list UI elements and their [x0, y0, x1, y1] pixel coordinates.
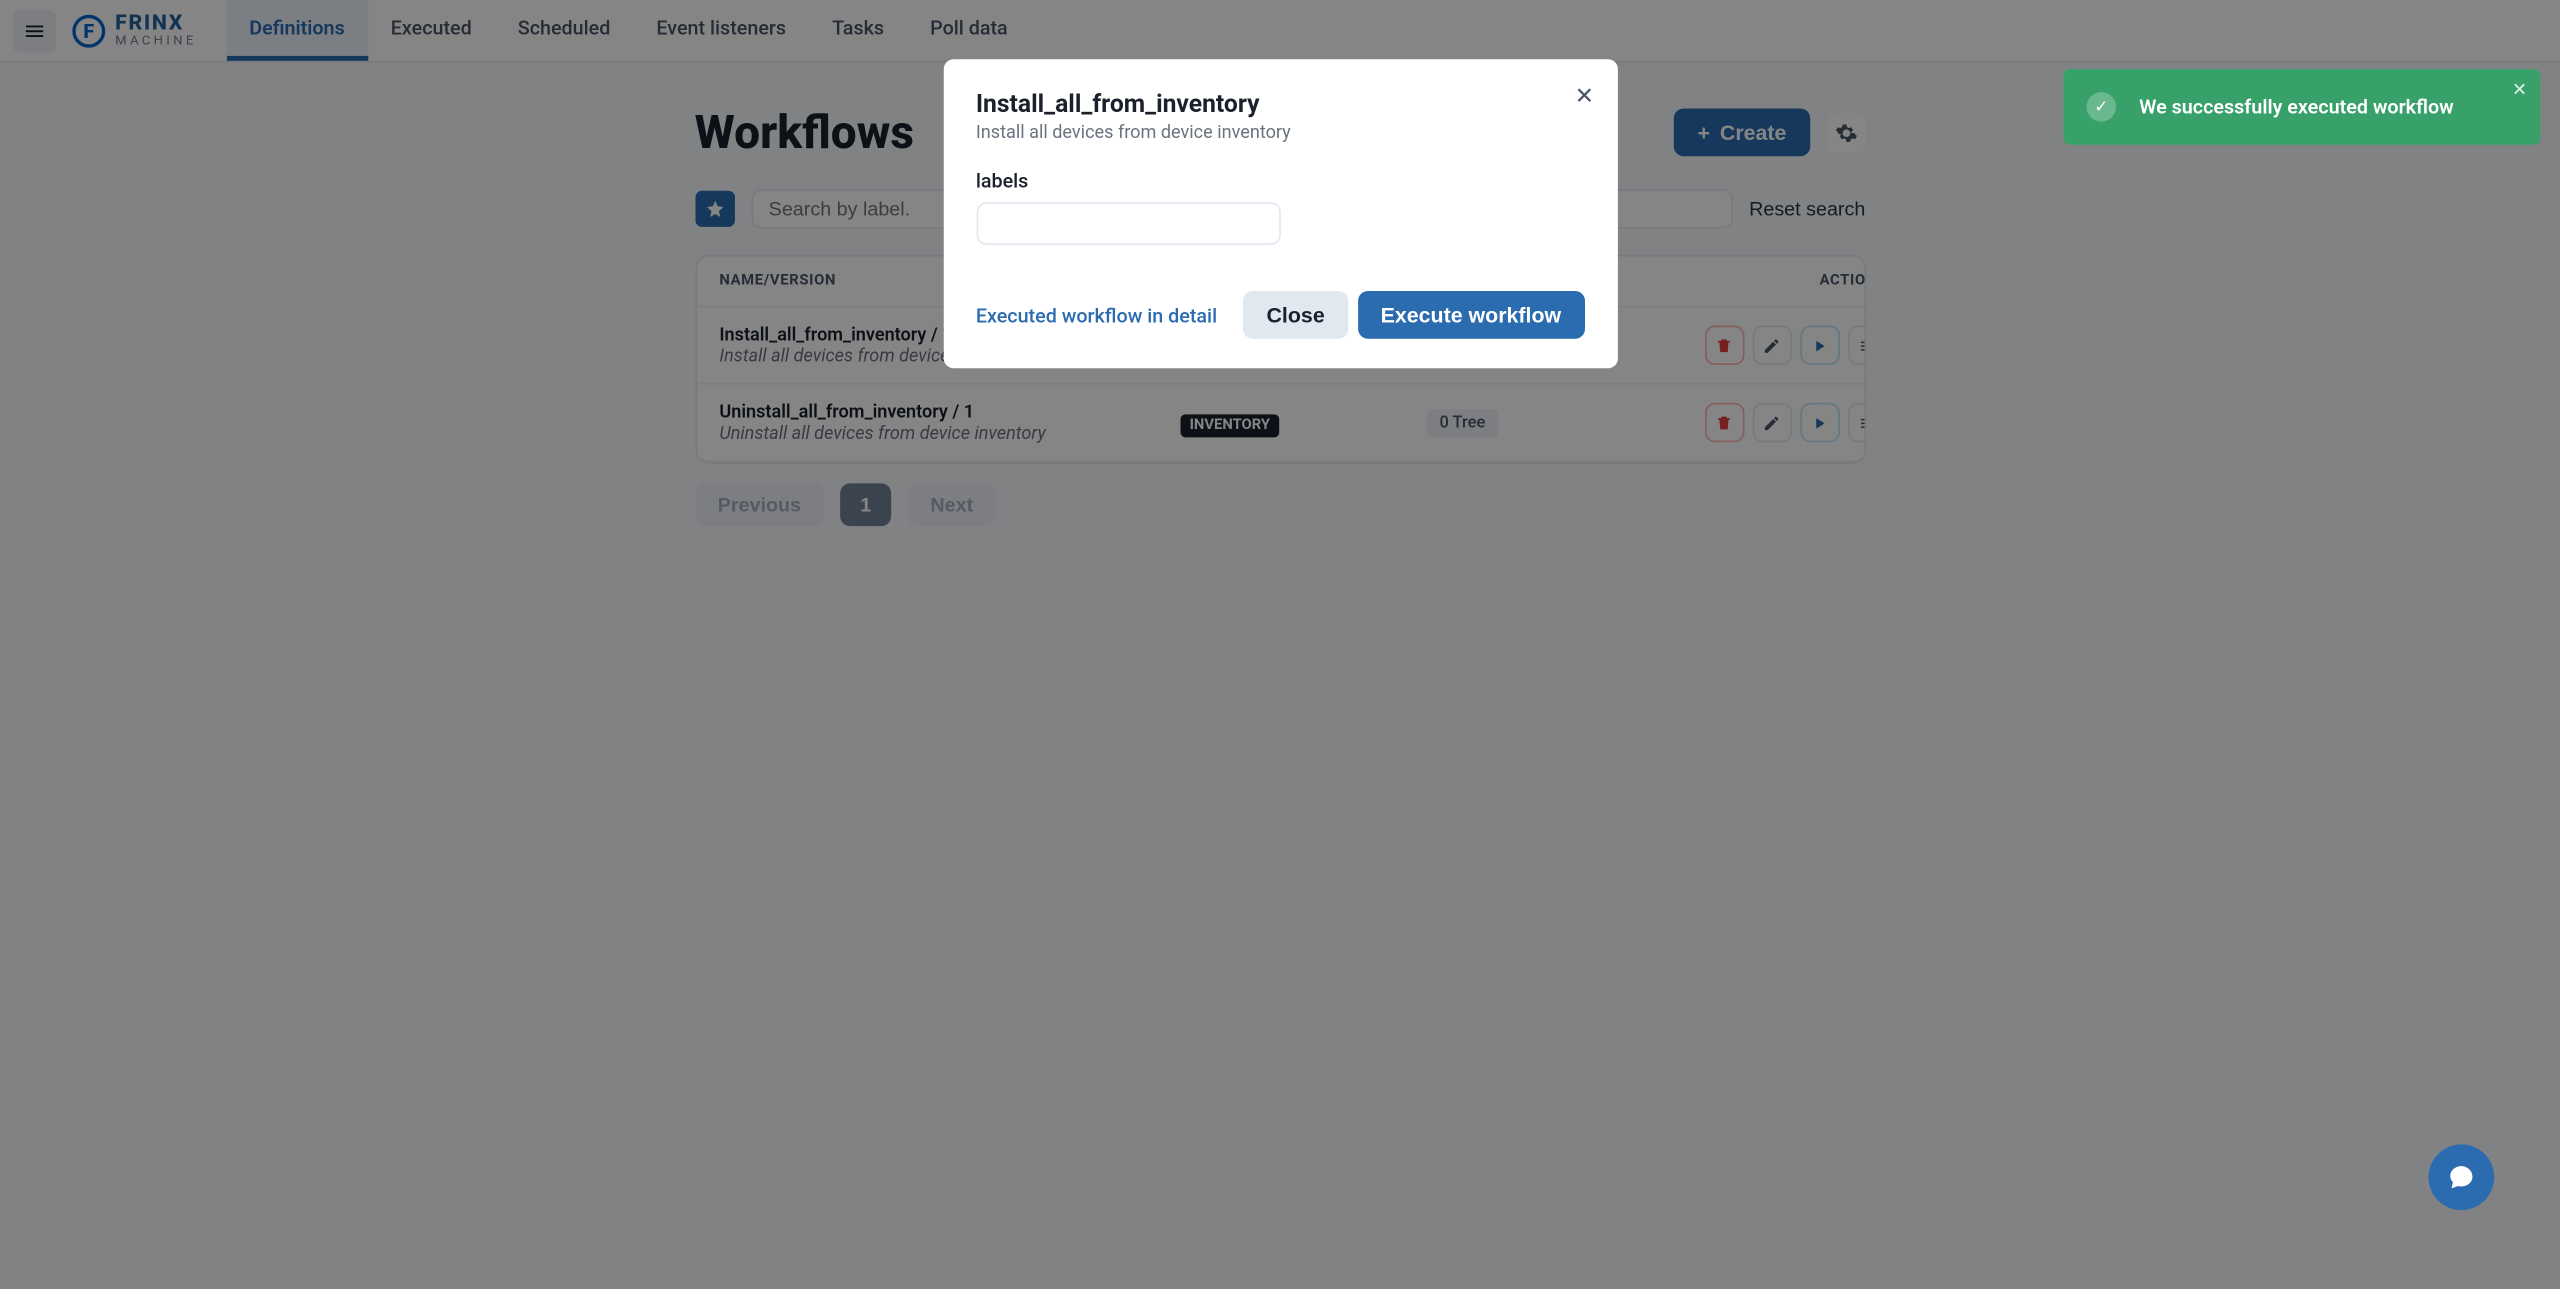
check-icon: ✓	[2086, 92, 2116, 122]
modal-close-button[interactable]: ✕	[1575, 82, 1594, 110]
modal-title: Install_all_from_inventory	[976, 89, 1584, 119]
close-icon: ✕	[2512, 81, 2527, 101]
execute-workflow-button[interactable]: Execute workflow	[1358, 291, 1585, 339]
toast-close-button[interactable]: ✕	[2512, 79, 2527, 100]
modal-subtitle: Install all devices from device inventor…	[976, 122, 1584, 143]
close-button[interactable]: Close	[1243, 291, 1347, 339]
chat-fab-button[interactable]	[2428, 1144, 2494, 1210]
labels-label: labels	[976, 169, 1584, 192]
modal-overlay[interactable]: Install_all_from_inventory Install all d…	[0, 0, 2560, 1289]
executed-detail-link[interactable]: Executed workflow in detail	[976, 303, 1217, 326]
execute-workflow-modal: Install_all_from_inventory Install all d…	[943, 59, 1617, 368]
success-toast: ✓ We successfully executed workflow ✕	[2063, 69, 2540, 145]
chat-icon	[2447, 1162, 2477, 1192]
labels-input[interactable]	[976, 202, 1280, 245]
toast-message: We successfully executed workflow	[2139, 95, 2517, 118]
close-icon: ✕	[1575, 82, 1594, 108]
